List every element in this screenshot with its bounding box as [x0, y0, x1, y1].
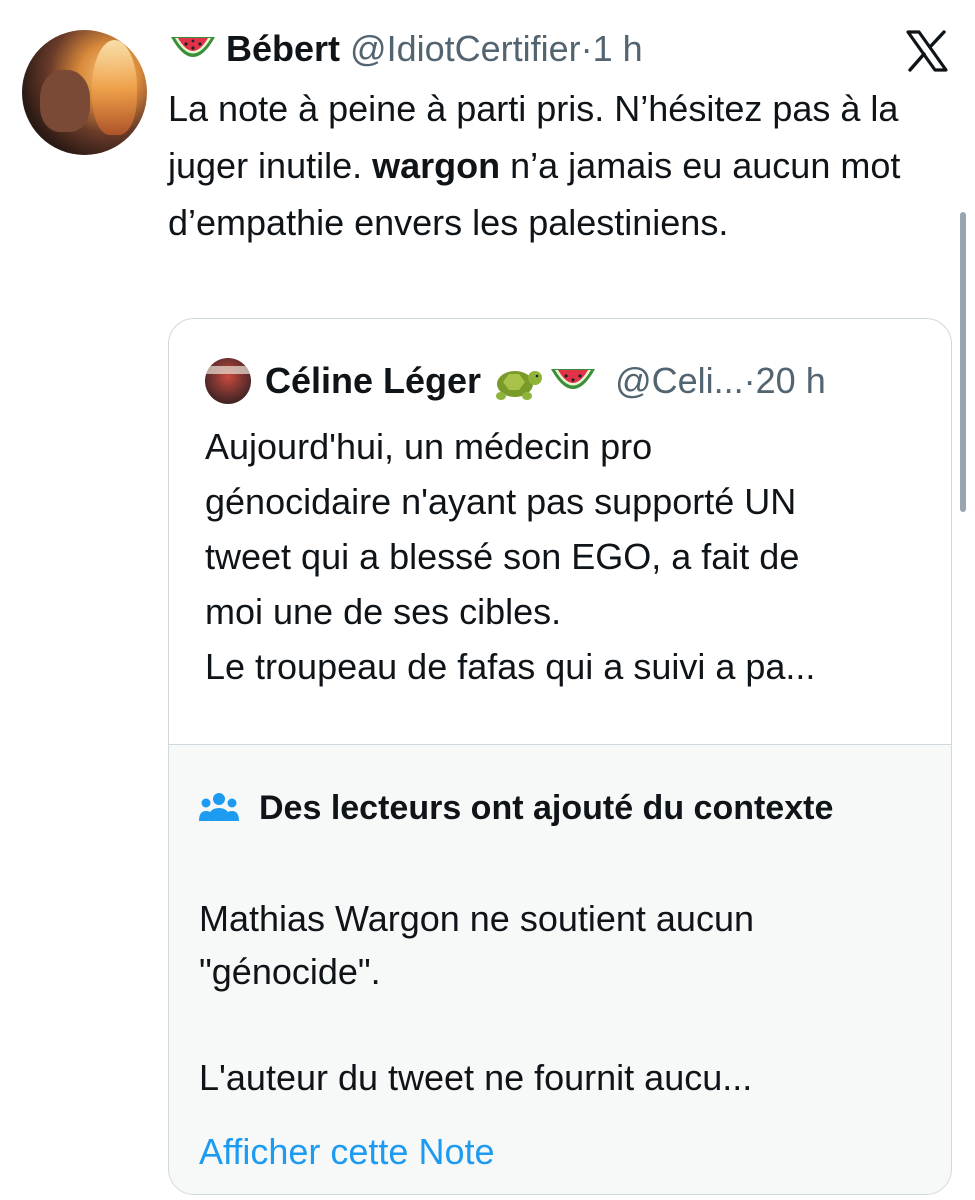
- quoted-text-line: Le troupeau de fafas qui a suivi a pa...: [205, 646, 816, 687]
- avatar-photo-flame: [92, 40, 137, 135]
- note-text-line: [199, 998, 919, 1051]
- scrollbar[interactable]: [960, 212, 966, 512]
- note-text-line: "génocide".: [199, 951, 381, 992]
- quoted-tweet-time[interactable]: 20 h: [756, 360, 826, 402]
- tweet-header: Bébert @IdiotCertifier · 1 h: [168, 24, 643, 74]
- community-note-title: Des lecteurs ont ajouté du contexte: [259, 789, 834, 827]
- author-avatar[interactable]: [22, 30, 147, 155]
- tweet-text: La note à peine à parti pris. N’hésitez …: [168, 80, 958, 251]
- quoted-text-line: tweet qui a blessé son EGO, a fait de: [205, 536, 800, 577]
- quoted-text-line: moi une de ses cibles.: [205, 591, 562, 632]
- people-icon: [199, 793, 239, 821]
- quoted-author-handle[interactable]: @Celi...: [615, 360, 744, 402]
- avatar-photo-face: [40, 70, 90, 132]
- quoted-author-name[interactable]: Céline Léger: [265, 360, 481, 402]
- community-note-header: Des lecteurs ont ajouté du contexte: [199, 783, 899, 833]
- quoted-text-line: Aujourd'hui, un médecin pro: [205, 426, 653, 467]
- note-text-line: Mathias Wargon ne soutient aucun: [199, 898, 754, 939]
- header-separator: ·: [580, 28, 593, 69]
- quoted-text-line: génocidaire n'ayant pas supporté UN: [205, 481, 797, 522]
- community-note-text: Mathias Wargon ne soutient aucun "génoci…: [199, 892, 919, 1104]
- community-note: Des lecteurs ont ajouté du contexte Math…: [169, 744, 951, 1194]
- quoted-tweet-header: Céline Léger @Celi... · 20 h: [205, 353, 826, 409]
- show-note-link[interactable]: Afficher cette Note: [199, 1131, 495, 1173]
- tweet-time[interactable]: 1 h: [593, 28, 643, 70]
- author-name[interactable]: Bébert: [226, 28, 340, 70]
- x-logo-icon[interactable]: [906, 30, 948, 72]
- turtle-icon: [496, 371, 543, 400]
- quoted-author-avatar[interactable]: [205, 358, 251, 404]
- watermelon-icon: [551, 369, 596, 389]
- note-text-line: L'auteur du tweet ne fournit aucu...: [199, 1057, 753, 1098]
- watermelon-icon: [171, 37, 215, 57]
- mention-wargon: wargon: [372, 145, 501, 186]
- quoted-header-separator: ·: [743, 360, 756, 401]
- quoted-tweet-text: Aujourd'hui, un médecin pro génocidaire …: [205, 419, 925, 694]
- quoted-tweet-card[interactable]: Céline Léger @Celi... · 20 h Aujourd'hui…: [168, 318, 952, 1195]
- author-handle[interactable]: @IdiotCertifier: [350, 28, 581, 70]
